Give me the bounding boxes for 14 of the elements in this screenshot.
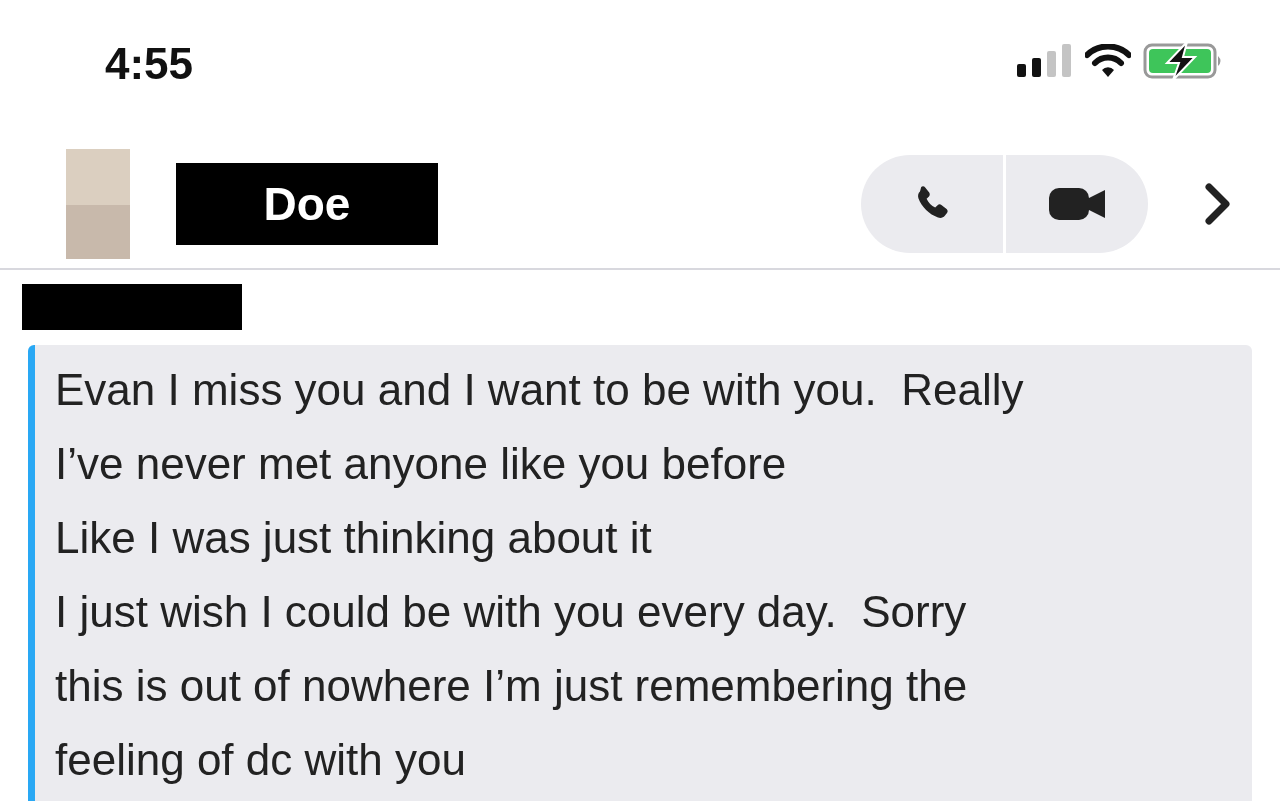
call-button[interactable] bbox=[861, 155, 1003, 253]
message-line: I’ve never met anyone like you before bbox=[55, 438, 788, 490]
video-camera-icon bbox=[1049, 187, 1105, 221]
message-line: feeling of dc with you bbox=[55, 734, 467, 786]
message-line: Evan I miss you and I want to be with you. Really bbox=[55, 364, 1025, 416]
message-line: Like I was just thinking about it bbox=[55, 512, 653, 564]
status-time: 4:55 bbox=[105, 39, 194, 89]
video-call-button[interactable] bbox=[1006, 155, 1148, 253]
signal-icon bbox=[1017, 44, 1073, 78]
contact-name: Doe bbox=[176, 163, 438, 245]
message-line: this is out of nowhere I’m just remembering the bbox=[55, 660, 969, 712]
chevron-right-icon[interactable] bbox=[1204, 182, 1232, 226]
wifi-icon bbox=[1085, 44, 1131, 78]
message-line: I just wish I could be with you every day. Sorry bbox=[55, 586, 968, 638]
